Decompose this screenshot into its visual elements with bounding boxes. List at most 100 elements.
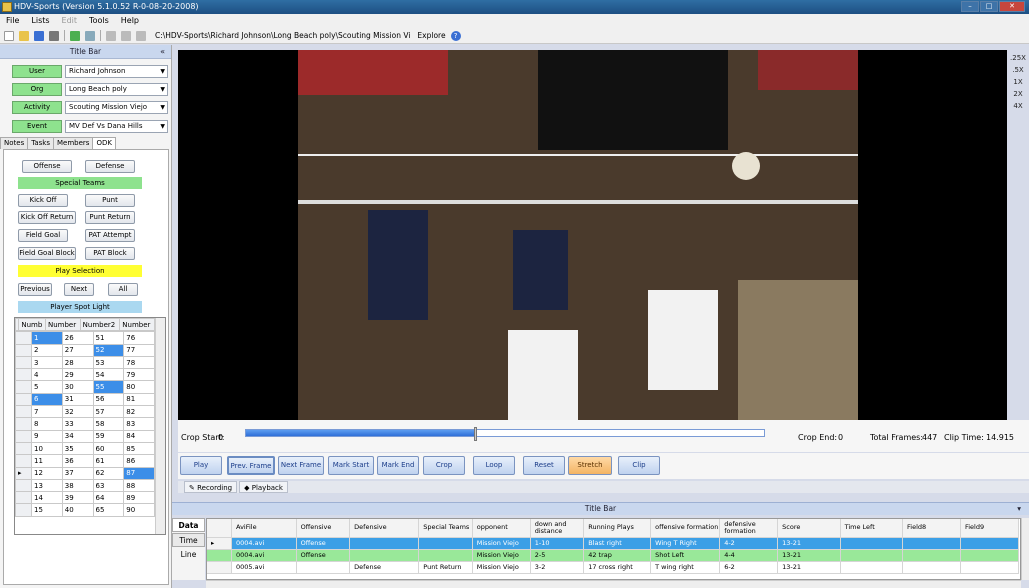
table-cell[interactable]: 1-10 [530, 537, 585, 550]
new-file-icon[interactable] [4, 30, 14, 41]
table-cell[interactable]: Punt Return [418, 561, 473, 574]
grid-cell[interactable]: 13 [31, 478, 63, 493]
grid-cell[interactable]: 37 [61, 466, 94, 480]
grid-cell[interactable]: 63 [92, 478, 125, 493]
plays-data-grid[interactable]: AviFile Offensive Defensive Special Teams op… [206, 518, 1021, 580]
table-cell[interactable]: Offense [296, 549, 351, 562]
grid-cell[interactable]: 10 [31, 441, 63, 456]
pat-attempt-button[interactable]: PAT Attempt [85, 229, 135, 242]
table-cell[interactable]: 3-2 [530, 561, 585, 574]
grid-cell[interactable]: 76 [123, 331, 155, 345]
table-cell[interactable]: Mission Viejo [472, 537, 531, 550]
table-cell[interactable] [418, 549, 473, 562]
save-icon[interactable] [34, 30, 44, 41]
column-header[interactable]: Field9 [960, 519, 1020, 538]
table-row[interactable]: 11 36 61 86 [15, 454, 155, 468]
table-row[interactable]: 6 31 56 81 [15, 392, 155, 407]
row-header[interactable] [15, 405, 32, 419]
column-header[interactable]: defensive formation [719, 519, 779, 538]
paste-icon[interactable] [136, 30, 146, 41]
grid-cell[interactable]: 52 [92, 343, 125, 357]
grid-cell[interactable]: 80 [123, 380, 155, 394]
grid-cell[interactable]: 8 [31, 417, 63, 431]
grid-cell[interactable]: 31 [61, 392, 94, 407]
column-header[interactable]: Offensive [296, 519, 351, 538]
grid-cell[interactable]: 65 [92, 503, 125, 517]
cut-icon[interactable] [106, 30, 116, 41]
table-cell[interactable]: 13-21 [777, 549, 841, 562]
table-cell[interactable] [349, 537, 420, 550]
column-header[interactable]: AviFile [231, 519, 297, 538]
table-cell[interactable]: 4-4 [719, 549, 779, 562]
copy-icon[interactable] [121, 30, 131, 41]
crop-button[interactable]: Crop [423, 456, 465, 475]
grid-cell[interactable]: 53 [92, 355, 125, 370]
clip-button[interactable]: Clip [618, 456, 660, 475]
row-header[interactable] [207, 561, 233, 574]
table-row[interactable]: 0004.avi Offense Mission Viejo 2-5 42 trap Sh… [207, 549, 1020, 562]
table-cell[interactable]: 0005.avi [231, 561, 297, 574]
special-teams-bar[interactable]: Special Teams [18, 177, 142, 189]
table-cell[interactable]: Wing T Right [650, 537, 721, 550]
grid-cell[interactable]: 34 [61, 429, 94, 443]
grid-col-header[interactable]: Numb [18, 318, 46, 332]
grid-cell[interactable]: 79 [123, 368, 155, 382]
grid-cell[interactable]: 27 [61, 343, 94, 357]
grid-cell[interactable]: 12 [31, 466, 63, 480]
table-row[interactable]: 8 33 58 83 [15, 417, 155, 431]
stretch-button[interactable]: Stretch [568, 456, 612, 475]
table-row[interactable]: 5 30 55 80 [15, 380, 155, 394]
grid-cell[interactable]: 83 [123, 417, 155, 431]
grid-cell[interactable]: 59 [92, 429, 125, 443]
next-frame-button[interactable]: Next Frame [278, 456, 324, 475]
table-cell[interactable] [902, 537, 961, 550]
table-cell[interactable]: Offense [296, 537, 351, 550]
table-cell[interactable] [840, 549, 904, 562]
grid-cell[interactable]: 58 [92, 417, 125, 431]
grid-cell[interactable]: 5 [31, 380, 63, 394]
play-button[interactable]: Play [180, 456, 222, 475]
table-cell[interactable] [960, 549, 1020, 562]
loop-button[interactable]: Loop [473, 456, 515, 475]
tab-members[interactable]: Members [52, 137, 94, 149]
grid-cell[interactable]: 57 [92, 405, 125, 419]
offense-button[interactable]: Offense [22, 160, 72, 173]
grid-cell[interactable]: 28 [61, 355, 94, 370]
grid-cell[interactable]: 55 [92, 380, 125, 394]
play-selection-bar[interactable]: Play Selection [18, 265, 142, 277]
prev-frame-button[interactable]: Prev. Frame [227, 456, 275, 475]
grid-cell[interactable]: 14 [31, 491, 63, 505]
collapse-icon[interactable]: « [160, 45, 165, 59]
table-cell[interactable]: Mission Viejo [472, 561, 531, 574]
table-cell[interactable]: Mission Viejo [472, 549, 531, 562]
player-spot-light-bar[interactable]: Player Spot Light [18, 301, 142, 313]
table-row[interactable]: 10 35 60 85 [15, 441, 155, 456]
row-header[interactable] [15, 503, 32, 517]
tool-icon[interactable] [85, 30, 95, 41]
event-select[interactable]: MV Def Vs Dana Hills ▼ [65, 120, 168, 133]
column-header[interactable]: Time Left [840, 519, 904, 538]
previous-button[interactable]: Previous [18, 283, 52, 296]
table-row[interactable]: 0005.avi Defense Punt Return Mission Viejo 3… [207, 561, 1020, 574]
grid-cell[interactable]: 60 [92, 441, 125, 456]
table-cell[interactable]: 42 trap [583, 549, 652, 562]
column-header[interactable]: opponent [472, 519, 531, 538]
table-cell[interactable]: 17 cross right [583, 561, 652, 574]
table-row[interactable]: 1 26 51 76 [15, 331, 155, 345]
grid-cell[interactable]: 4 [31, 368, 63, 382]
table-row[interactable]: 9 34 59 84 [15, 429, 155, 443]
grid-cell[interactable]: 1 [31, 331, 63, 345]
maximize-button[interactable]: □ [980, 1, 998, 12]
table-cell[interactable] [902, 549, 961, 562]
menu-edit[interactable]: Edit [62, 14, 78, 28]
player-number-grid[interactable]: Numb Number Number2 Number 1 26 51 76 2 27 52 7… [14, 317, 166, 535]
table-cell[interactable]: 0004.avi [231, 549, 297, 562]
table-row[interactable]: 3 28 53 78 [15, 355, 155, 370]
menu-lists[interactable]: Lists [31, 14, 49, 28]
grid-cell[interactable]: 88 [123, 478, 155, 493]
grid-cell[interactable]: 62 [92, 466, 125, 480]
table-row[interactable]: 2 27 52 77 [15, 343, 155, 357]
grid-scrollbar[interactable] [155, 318, 165, 534]
close-button[interactable]: ✕ [999, 1, 1025, 12]
grid-cell[interactable]: 89 [123, 491, 155, 505]
